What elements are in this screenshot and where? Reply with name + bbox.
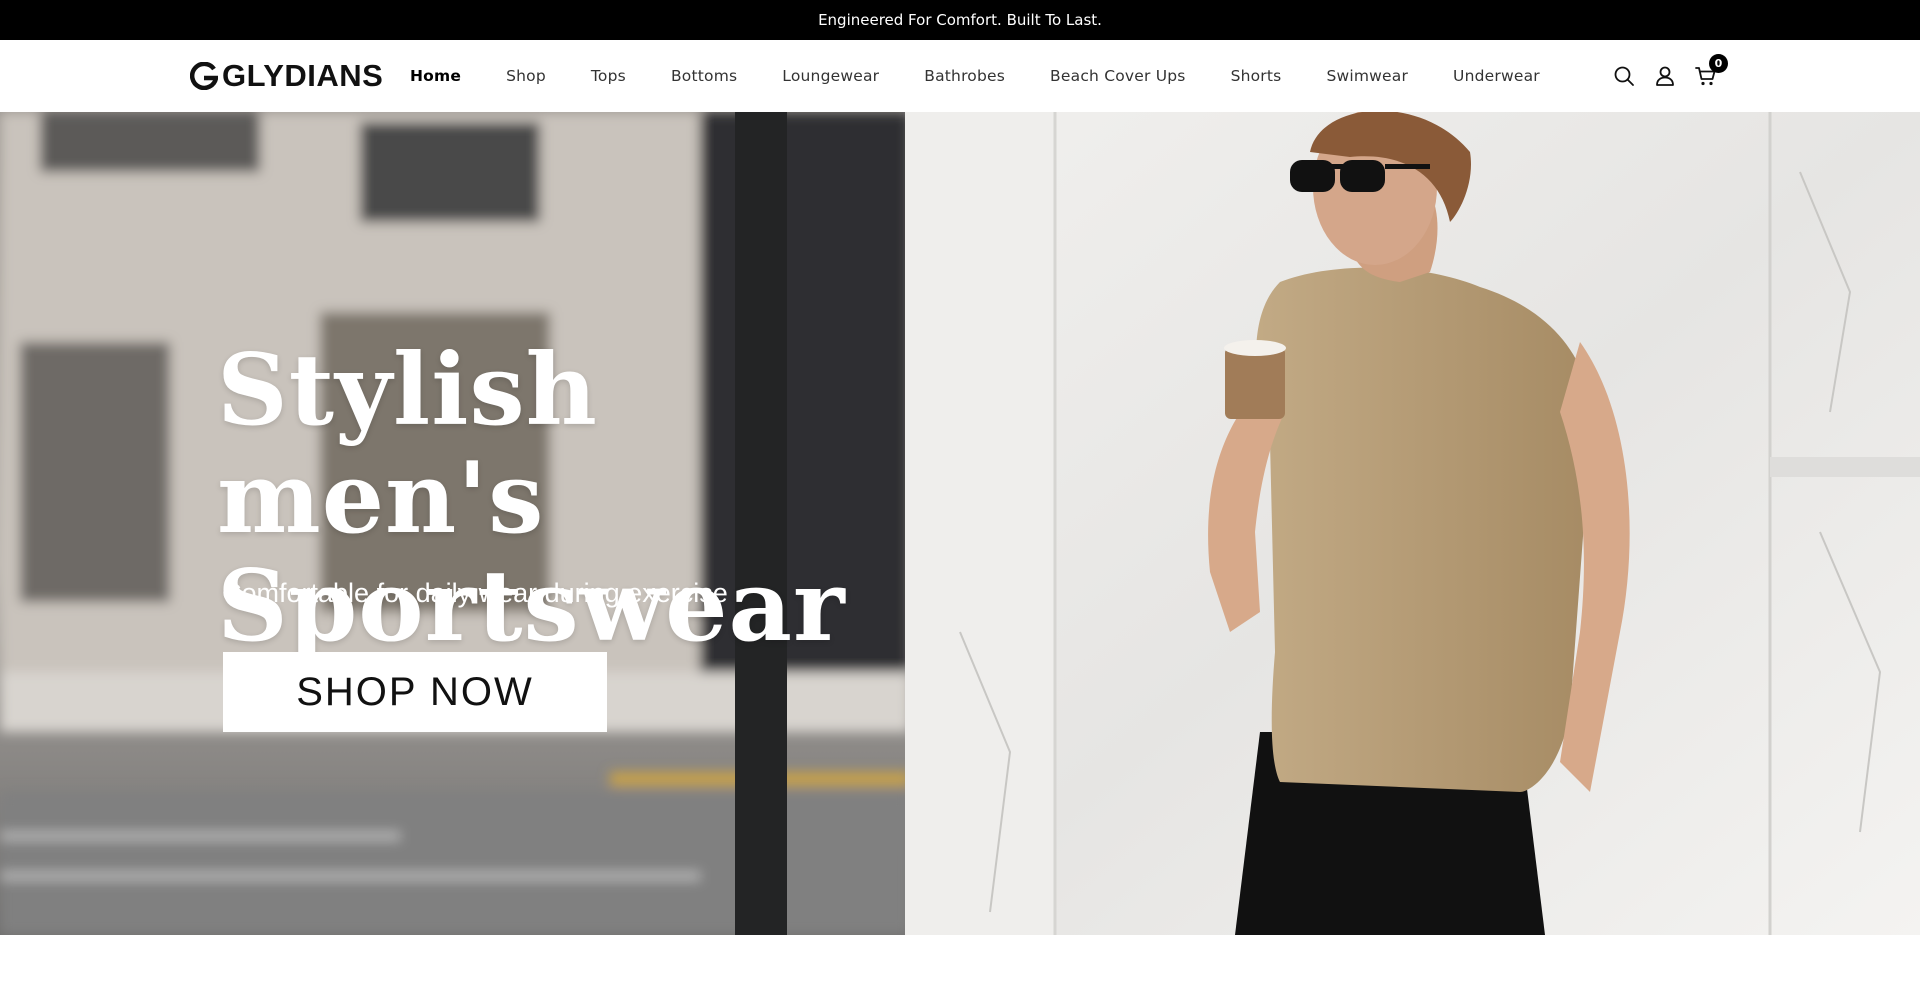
nav-swimwear[interactable]: Swimwear (1326, 67, 1408, 85)
page-content-start (0, 935, 1920, 993)
nav-home[interactable]: Home (410, 67, 461, 85)
main-nav: Home Shop Tops Bottoms Loungewear Bathro… (410, 40, 1585, 112)
brand-logo[interactable]: GLYDIANS (190, 59, 383, 93)
nav-shop[interactable]: Shop (506, 67, 546, 85)
search-icon[interactable] (1612, 64, 1636, 88)
cart-icon[interactable]: 0 (1694, 54, 1728, 88)
hero-subtitle: Comfortable for daily wear during exerci… (222, 578, 728, 608)
nav-loungewear[interactable]: Loungewear (782, 67, 879, 85)
nav-underwear[interactable]: Underwear (1453, 67, 1540, 85)
user-icon[interactable] (1653, 64, 1677, 88)
nav-bottoms[interactable]: Bottoms (671, 67, 737, 85)
hero-title: Stylish men's Sportswear (217, 337, 937, 661)
shop-now-button[interactable]: SHOP NOW (223, 652, 607, 732)
announcement-text: Engineered For Comfort. Built To Last. (818, 11, 1102, 29)
hero-banner: Stylish men's Sportswear Comfortable for… (0, 112, 1920, 935)
site-header: GLYDIANS Home Shop Tops Bottoms Loungewe… (0, 40, 1920, 112)
logo-mark-icon (190, 62, 218, 90)
header-actions: 0 (1612, 40, 1735, 112)
nav-beach-cover-ups[interactable]: Beach Cover Ups (1050, 67, 1186, 85)
nav-tops[interactable]: Tops (591, 67, 626, 85)
cart-count-badge: 0 (1709, 54, 1728, 73)
hero-title-line-1: Stylish men's (217, 333, 598, 556)
nav-bathrobes[interactable]: Bathrobes (924, 67, 1005, 85)
nav-shorts[interactable]: Shorts (1231, 67, 1282, 85)
announcement-bar: Engineered For Comfort. Built To Last. (0, 0, 1920, 40)
brand-name: GLYDIANS (222, 58, 384, 93)
